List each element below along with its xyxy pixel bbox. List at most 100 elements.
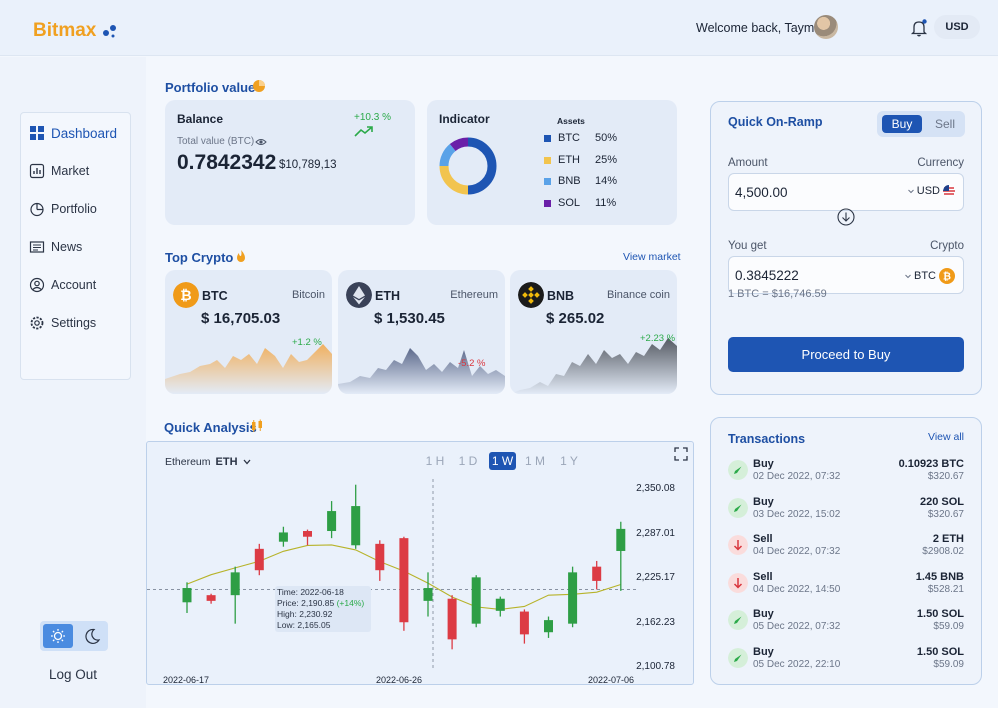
sidebar-item-label: Settings	[51, 316, 97, 330]
candle-body[interactable]	[206, 595, 216, 601]
candle-body[interactable]	[182, 588, 192, 603]
timeframe-1d[interactable]: 1 D	[456, 452, 480, 470]
theme-toggle[interactable]	[40, 621, 108, 651]
candle-body[interactable]	[278, 532, 288, 542]
transaction-date: 05 Dec 2022, 07:32	[753, 621, 841, 632]
currency-label: Currency	[917, 157, 964, 169]
tooltip-label: Time:	[277, 587, 298, 597]
tooltip-label: Low:	[277, 620, 295, 630]
candle-body[interactable]	[375, 543, 385, 571]
asset-pct: 14%	[595, 175, 618, 187]
candle-body[interactable]	[230, 572, 240, 596]
candle-body[interactable]	[471, 577, 481, 624]
transaction-row[interactable]: Sell 04 Dec 2022, 07:32 2 ETH $2908.02	[728, 533, 964, 563]
news-icon	[29, 241, 45, 253]
trend-up-icon	[354, 126, 373, 137]
candle-body[interactable]	[495, 598, 505, 611]
candle-body[interactable]	[351, 506, 361, 546]
logout-link[interactable]: Log Out	[49, 667, 97, 682]
you-get-label: You get	[728, 240, 767, 252]
get-currency: BTC	[914, 270, 936, 282]
currency-selector[interactable]: USD	[934, 15, 980, 39]
amount-currency-select[interactable]: USD	[907, 185, 955, 197]
account-icon	[29, 277, 45, 293]
indicator-title: Indicator	[439, 112, 490, 126]
dashboard-icon	[30, 126, 44, 140]
timeframe-1m[interactable]: 1 M	[523, 452, 547, 470]
proceed-to-buy-button[interactable]: Proceed to Buy	[728, 337, 964, 372]
expand-icon[interactable]	[674, 447, 688, 461]
transaction-row[interactable]: Buy 05 Dec 2022, 07:32 1.50 SOL $59.09	[728, 608, 964, 638]
tooltip-change: (+14%)	[336, 598, 365, 608]
candle-body[interactable]	[544, 620, 553, 633]
exchange-rate: 1 BTC = $16,746.59	[728, 288, 827, 300]
transaction-amount: 1.45 BNB	[915, 570, 964, 583]
candle-body[interactable]	[327, 511, 337, 532]
candle-body[interactable]	[519, 611, 529, 635]
avatar[interactable]	[814, 15, 838, 39]
brand-logo[interactable]: Bitmax	[33, 20, 96, 42]
top-header: Bitmax Welcome back, Taymar USD	[0, 0, 998, 56]
sidebar-item-settings[interactable]: Settings	[29, 311, 96, 335]
sidebar-item-portfolio[interactable]: Portfolio	[29, 197, 97, 221]
crypto-card-bnb[interactable]: BNB Binance coin $ 265.02 +2.23 %	[510, 270, 677, 394]
candle-body[interactable]	[254, 548, 264, 571]
donut-slice-eth	[439, 165, 469, 195]
view-market-link[interactable]: View market	[623, 251, 681, 263]
transaction-row[interactable]: Sell 04 Dec 2022, 14:50 1.45 BNB $528.21	[728, 571, 964, 601]
eye-icon[interactable]	[255, 137, 267, 147]
timeframe-1h[interactable]: 1 H	[423, 452, 447, 470]
asset-row: SOL 11%	[544, 196, 616, 210]
sidebar-item-label: News	[51, 240, 83, 254]
us-flag-icon	[943, 185, 955, 197]
transaction-date: 04 Dec 2022, 14:50	[753, 583, 841, 595]
sidebar-item-account[interactable]: Account	[29, 273, 96, 297]
crypto-name: Binance coin	[607, 289, 670, 301]
sidebar-item-label: Market	[51, 164, 90, 178]
candle-body[interactable]	[568, 572, 578, 624]
arrow-down-circle-icon[interactable]	[837, 208, 855, 226]
view-all-link[interactable]: View all	[928, 431, 964, 443]
buy-tab[interactable]: Buy	[882, 115, 922, 133]
transactions-title: Transactions	[728, 432, 806, 446]
timeframe-1w[interactable]: 1 W	[489, 452, 516, 470]
dark-mode-button[interactable]	[78, 624, 106, 648]
candle-body[interactable]	[447, 598, 457, 640]
balance-subtitle: Total value (BTC)	[177, 136, 254, 147]
candle-body[interactable]	[592, 566, 602, 581]
welcome-text: Welcome back, Taymar	[696, 21, 826, 35]
sidebar-item-label: Dashboard	[51, 125, 118, 141]
logo-dots-icon	[103, 25, 116, 38]
transaction-type: Buy	[753, 608, 774, 620]
notification-bell-icon[interactable]	[909, 18, 929, 38]
transaction-row[interactable]: Buy 05 Dec 2022, 22:10 1.50 SOL $59.09	[728, 646, 964, 676]
binance-icon	[518, 282, 544, 308]
amount-field[interactable]: 4,500.00 USD	[728, 173, 964, 211]
transaction-row[interactable]: Buy 02 Dec 2022, 07:32 0.10923 BTC $320.67	[728, 458, 964, 488]
buy-sell-toggle[interactable]: Buy Sell	[877, 111, 965, 137]
crypto-select[interactable]: BTC ₿	[905, 268, 955, 284]
light-mode-button[interactable]	[43, 624, 73, 648]
transaction-row[interactable]: Buy 03 Dec 2022, 15:02 220 SOL $320.67	[728, 496, 964, 526]
legend-swatch	[544, 199, 551, 207]
crypto-change: +2.23 %	[640, 333, 676, 344]
candle-body[interactable]	[399, 538, 409, 623]
asset-dropdown[interactable]: Ethereum ETH	[165, 454, 253, 470]
candle-body[interactable]	[616, 528, 626, 551]
sell-tab[interactable]: Sell	[927, 115, 963, 133]
bitcoin-icon: ₿	[173, 282, 199, 308]
sidebar-item-news[interactable]: News	[29, 235, 82, 259]
buy-arrow-icon	[728, 497, 748, 518]
crypto-card-btc[interactable]: ₿ BTC Bitcoin $ 16,705.03 +1.2 %	[165, 270, 332, 394]
timeframe-1y[interactable]: 1 Y	[557, 452, 581, 470]
sidebar-item-label: Portfolio	[51, 202, 97, 216]
sidebar-item-market[interactable]: Market	[29, 159, 89, 183]
candlestick-icon	[252, 419, 262, 432]
transaction-type: Sell	[753, 570, 773, 583]
sidebar-item-dashboard[interactable]: Dashboard	[29, 121, 117, 145]
transaction-type: Buy	[753, 458, 774, 470]
crypto-card-eth[interactable]: ETH Ethereum $ 1,530.45 -5.2 %	[338, 270, 505, 394]
candle-body[interactable]	[303, 531, 312, 537]
candle-body[interactable]	[423, 588, 433, 601]
portfolio-title: Portfolio value	[165, 80, 256, 95]
